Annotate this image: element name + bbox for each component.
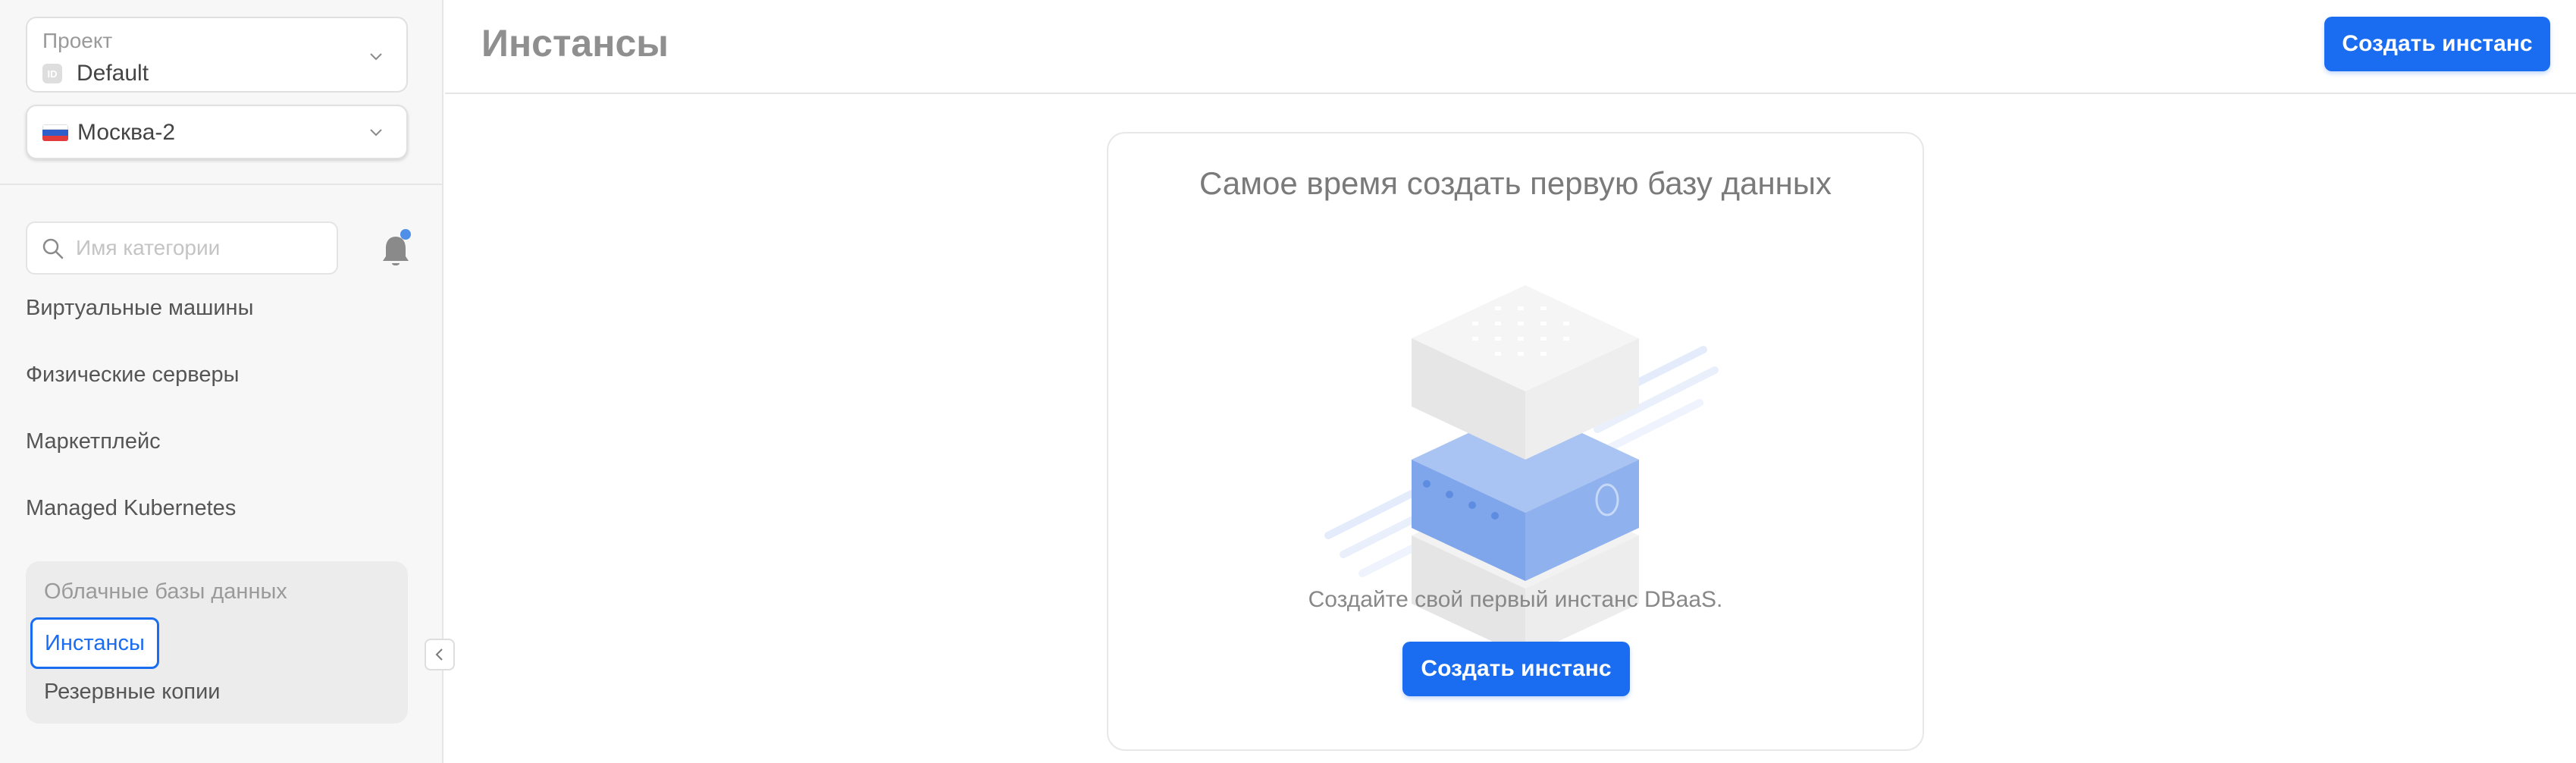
project-select[interactable]: Проект ID Default bbox=[26, 17, 408, 93]
chevron-left-icon bbox=[435, 648, 443, 661]
sidebar-divider bbox=[0, 184, 443, 185]
project-select-label: Проект bbox=[42, 29, 113, 52]
empty-state-card: Самое время создать первую базу данных С… bbox=[1107, 132, 1924, 751]
sidebar-item-virtual-machines[interactable]: Виртуальные машины bbox=[26, 296, 253, 321]
database-illustration bbox=[1324, 285, 1719, 657]
category-search bbox=[26, 221, 338, 275]
notification-dot bbox=[400, 229, 411, 240]
page-header: Инстансы Создать инстанс bbox=[445, 0, 2576, 94]
empty-state-title: Самое время создать первую базу данных bbox=[1199, 165, 1832, 201]
sidebar-item-instances[interactable]: Инстансы bbox=[30, 617, 159, 669]
sidebar-item-marketplace[interactable]: Маркетплейс bbox=[26, 429, 161, 454]
chevron-down-icon bbox=[370, 53, 382, 61]
region-select-value: Москва-2 bbox=[77, 120, 176, 145]
sidebar-collapse-button[interactable] bbox=[425, 639, 455, 670]
chevron-down-icon bbox=[370, 129, 382, 137]
sidebar-item-managed-kubernetes[interactable]: Managed Kubernetes bbox=[26, 496, 236, 521]
create-instance-button[interactable]: Создать инстанс bbox=[2324, 17, 2550, 71]
empty-state-description: Создайте свой первый инстанс DBaaS. bbox=[1308, 587, 1723, 612]
sidebar-group-title[interactable]: Облачные базы данных bbox=[44, 579, 287, 604]
page-title: Инстансы bbox=[481, 22, 669, 64]
sidebar-group-cloud-databases: Облачные базы данных Инстансы Резервные … bbox=[26, 561, 408, 724]
sidebar-item-backups[interactable]: Резервные копии bbox=[44, 680, 220, 705]
project-select-value: Default bbox=[77, 61, 149, 86]
create-instance-button-empty[interactable]: Создать инстанс bbox=[1402, 642, 1630, 696]
project-id-icon: ID bbox=[42, 64, 62, 83]
region-select[interactable]: Москва-2 bbox=[26, 105, 408, 159]
search-icon bbox=[42, 238, 64, 259]
sidebar-item-physical-servers[interactable]: Физические серверы bbox=[26, 363, 240, 388]
flag-ru-icon bbox=[42, 124, 68, 141]
sidebar: Проект ID Default Москва-2 Виртуальные м… bbox=[0, 0, 455, 763]
category-search-input[interactable] bbox=[76, 223, 326, 273]
